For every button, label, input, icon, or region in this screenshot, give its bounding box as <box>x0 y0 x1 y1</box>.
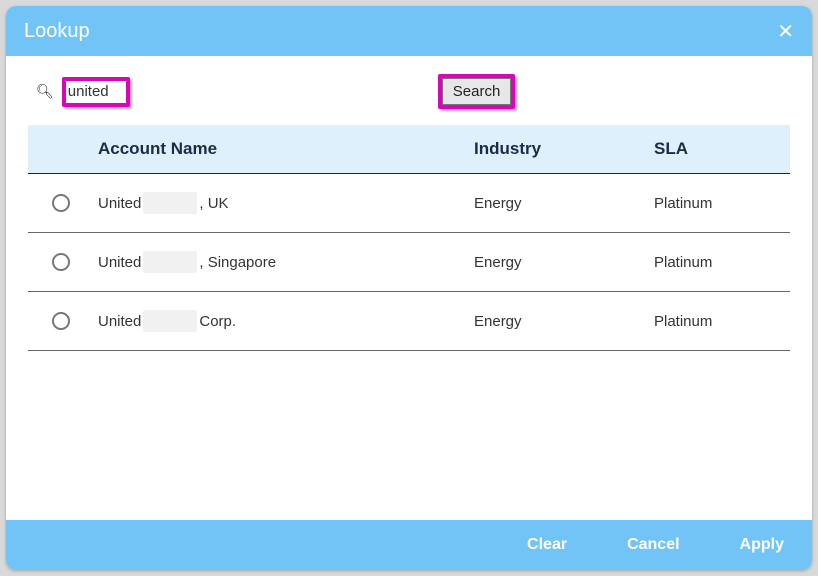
industry-cell: Energy <box>474 254 654 271</box>
sla-cell: Platinum <box>654 195 790 212</box>
radio-button[interactable] <box>52 312 70 330</box>
dialog-body: 🔍︎ Search Account Name Industry SLA Unit… <box>6 56 812 520</box>
industry-cell: Energy <box>474 195 654 212</box>
account-name-post: , Singapore <box>199 254 276 271</box>
col-header-sla: SLA <box>654 139 790 159</box>
redacted-segment <box>143 192 197 214</box>
apply-button[interactable]: Apply <box>740 536 784 554</box>
dialog-footer: Clear Cancel Apply <box>6 520 812 570</box>
clear-button[interactable]: Clear <box>527 536 567 554</box>
redacted-segment <box>143 251 197 273</box>
sla-cell: Platinum <box>654 254 790 271</box>
search-icon: 🔍︎ <box>36 83 54 100</box>
dialog-titlebar: Lookup ✕ <box>6 6 812 56</box>
search-input[interactable] <box>66 81 126 103</box>
highlight-search-input <box>62 77 130 107</box>
account-name-pre: United <box>98 195 141 212</box>
col-header-name: Account Name <box>98 139 474 159</box>
radio-button[interactable] <box>52 194 70 212</box>
table-row[interactable]: United , UK Energy Platinum <box>28 174 790 233</box>
table-header: Account Name Industry SLA <box>28 125 790 173</box>
lookup-dialog: Lookup ✕ 🔍︎ Search Account Name Industry… <box>6 6 812 570</box>
results-table: Account Name Industry SLA United , UK En… <box>28 125 790 351</box>
account-name-cell: United Corp. <box>98 310 474 332</box>
cancel-button[interactable]: Cancel <box>627 536 679 554</box>
sla-cell: Platinum <box>654 313 790 330</box>
account-name-pre: United <box>98 254 141 271</box>
account-name-cell: United , Singapore <box>98 251 474 273</box>
table-row[interactable]: United , Singapore Energy Platinum <box>28 233 790 292</box>
highlight-search-button: Search <box>438 74 516 109</box>
redacted-segment <box>143 310 197 332</box>
industry-cell: Energy <box>474 313 654 330</box>
dialog-title: Lookup <box>24 20 90 43</box>
close-icon[interactable]: ✕ <box>777 19 794 44</box>
account-name-post: , UK <box>199 195 228 212</box>
account-name-post: Corp. <box>199 313 236 330</box>
radio-button[interactable] <box>52 253 70 271</box>
search-button[interactable]: Search <box>442 78 512 105</box>
account-name-cell: United , UK <box>98 192 474 214</box>
account-name-pre: United <box>98 313 141 330</box>
col-header-industry: Industry <box>474 139 654 159</box>
search-row: 🔍︎ Search <box>36 74 790 109</box>
table-row[interactable]: United Corp. Energy Platinum <box>28 292 790 351</box>
